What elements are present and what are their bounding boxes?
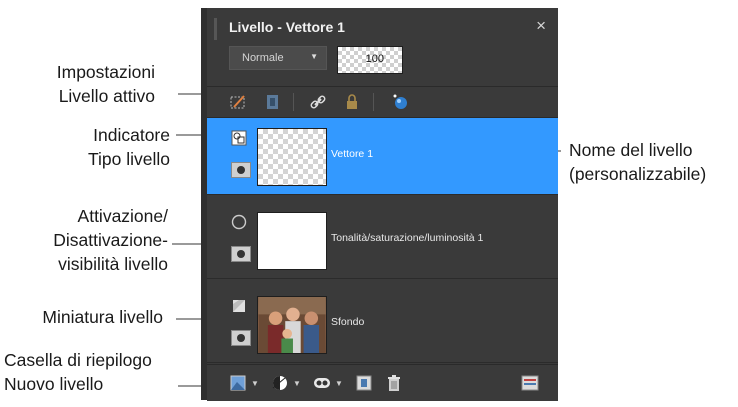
bottom-toolbar: ▼ ▼ ▼: [207, 364, 558, 401]
visibility-eye-icon[interactable]: [231, 246, 251, 262]
panel-grip[interactable]: [214, 18, 217, 40]
layer-row[interactable]: Sfondo: [207, 286, 558, 363]
annotation-impostazioni: Impostazioni Livello attivo: [56, 62, 155, 106]
opacity-value: 100: [365, 53, 384, 65]
merge-layers-icon[interactable]: [355, 374, 373, 392]
adjustment-layer-icon[interactable]: [271, 374, 289, 392]
layer-thumbnail: [257, 296, 327, 354]
layer-thumbnail: [257, 128, 327, 186]
layer-properties-icon[interactable]: [229, 93, 247, 111]
layer-name[interactable]: Sfondo: [331, 316, 364, 328]
lock-icon[interactable]: [343, 93, 361, 111]
layer-options-icon[interactable]: [521, 374, 539, 392]
annotation-casella: Casella di riepilogo Nuovo livello: [4, 350, 152, 394]
layer-name[interactable]: Vettore 1: [331, 148, 373, 160]
layers-panel: Livello - Vettore 1 × Normale ▼ 100 Vett…: [201, 8, 558, 401]
layer-row[interactable]: Tonalità/saturazione/luminosità 1: [207, 202, 558, 279]
new-layer-icon[interactable]: [229, 374, 247, 392]
annotation-nome: Nome del livello (personalizzabile): [569, 140, 707, 184]
layer-toolbar: [207, 86, 558, 118]
layers-panel-body: Livello - Vettore 1 × Normale ▼ 100 Vett…: [207, 8, 558, 401]
trash-icon[interactable]: [385, 374, 403, 392]
chevron-down-icon[interactable]: ▼: [335, 379, 343, 388]
vector-layer-type-icon: [231, 130, 247, 146]
layer-name[interactable]: Tonalità/saturazione/luminosità 1: [331, 232, 483, 244]
close-icon[interactable]: ×: [536, 16, 546, 36]
adjustment-layer-type-icon: [231, 214, 247, 230]
mask-icon[interactable]: [263, 93, 281, 111]
toolbar-separator: [293, 93, 294, 111]
annotation-attivazione: Attivazione/ Disattivazione- visibilità …: [53, 206, 168, 274]
layer-style-icon[interactable]: [391, 93, 409, 111]
raster-layer-type-icon: [233, 300, 245, 312]
opacity-field[interactable]: 100: [337, 46, 403, 74]
link-icon[interactable]: [309, 93, 327, 111]
layer-row[interactable]: Vettore 1: [207, 118, 558, 195]
mask-layer-icon[interactable]: [313, 374, 331, 392]
blend-mode-label: Normale: [242, 52, 284, 64]
visibility-eye-icon[interactable]: [231, 162, 251, 178]
blend-mode-select[interactable]: Normale ▼: [229, 46, 327, 70]
visibility-eye-icon[interactable]: [231, 330, 251, 346]
chevron-down-icon[interactable]: ▼: [293, 379, 301, 388]
chevron-down-icon: ▼: [310, 52, 318, 61]
annotation-indicatore: Indicatore Tipo livello: [87, 125, 170, 169]
chevron-down-icon[interactable]: ▼: [251, 379, 259, 388]
annotation-miniatura: Miniatura livello: [42, 307, 163, 327]
panel-title: Livello - Vettore 1: [229, 19, 345, 35]
toolbar-separator: [373, 93, 374, 111]
layer-thumbnail: [257, 212, 327, 270]
